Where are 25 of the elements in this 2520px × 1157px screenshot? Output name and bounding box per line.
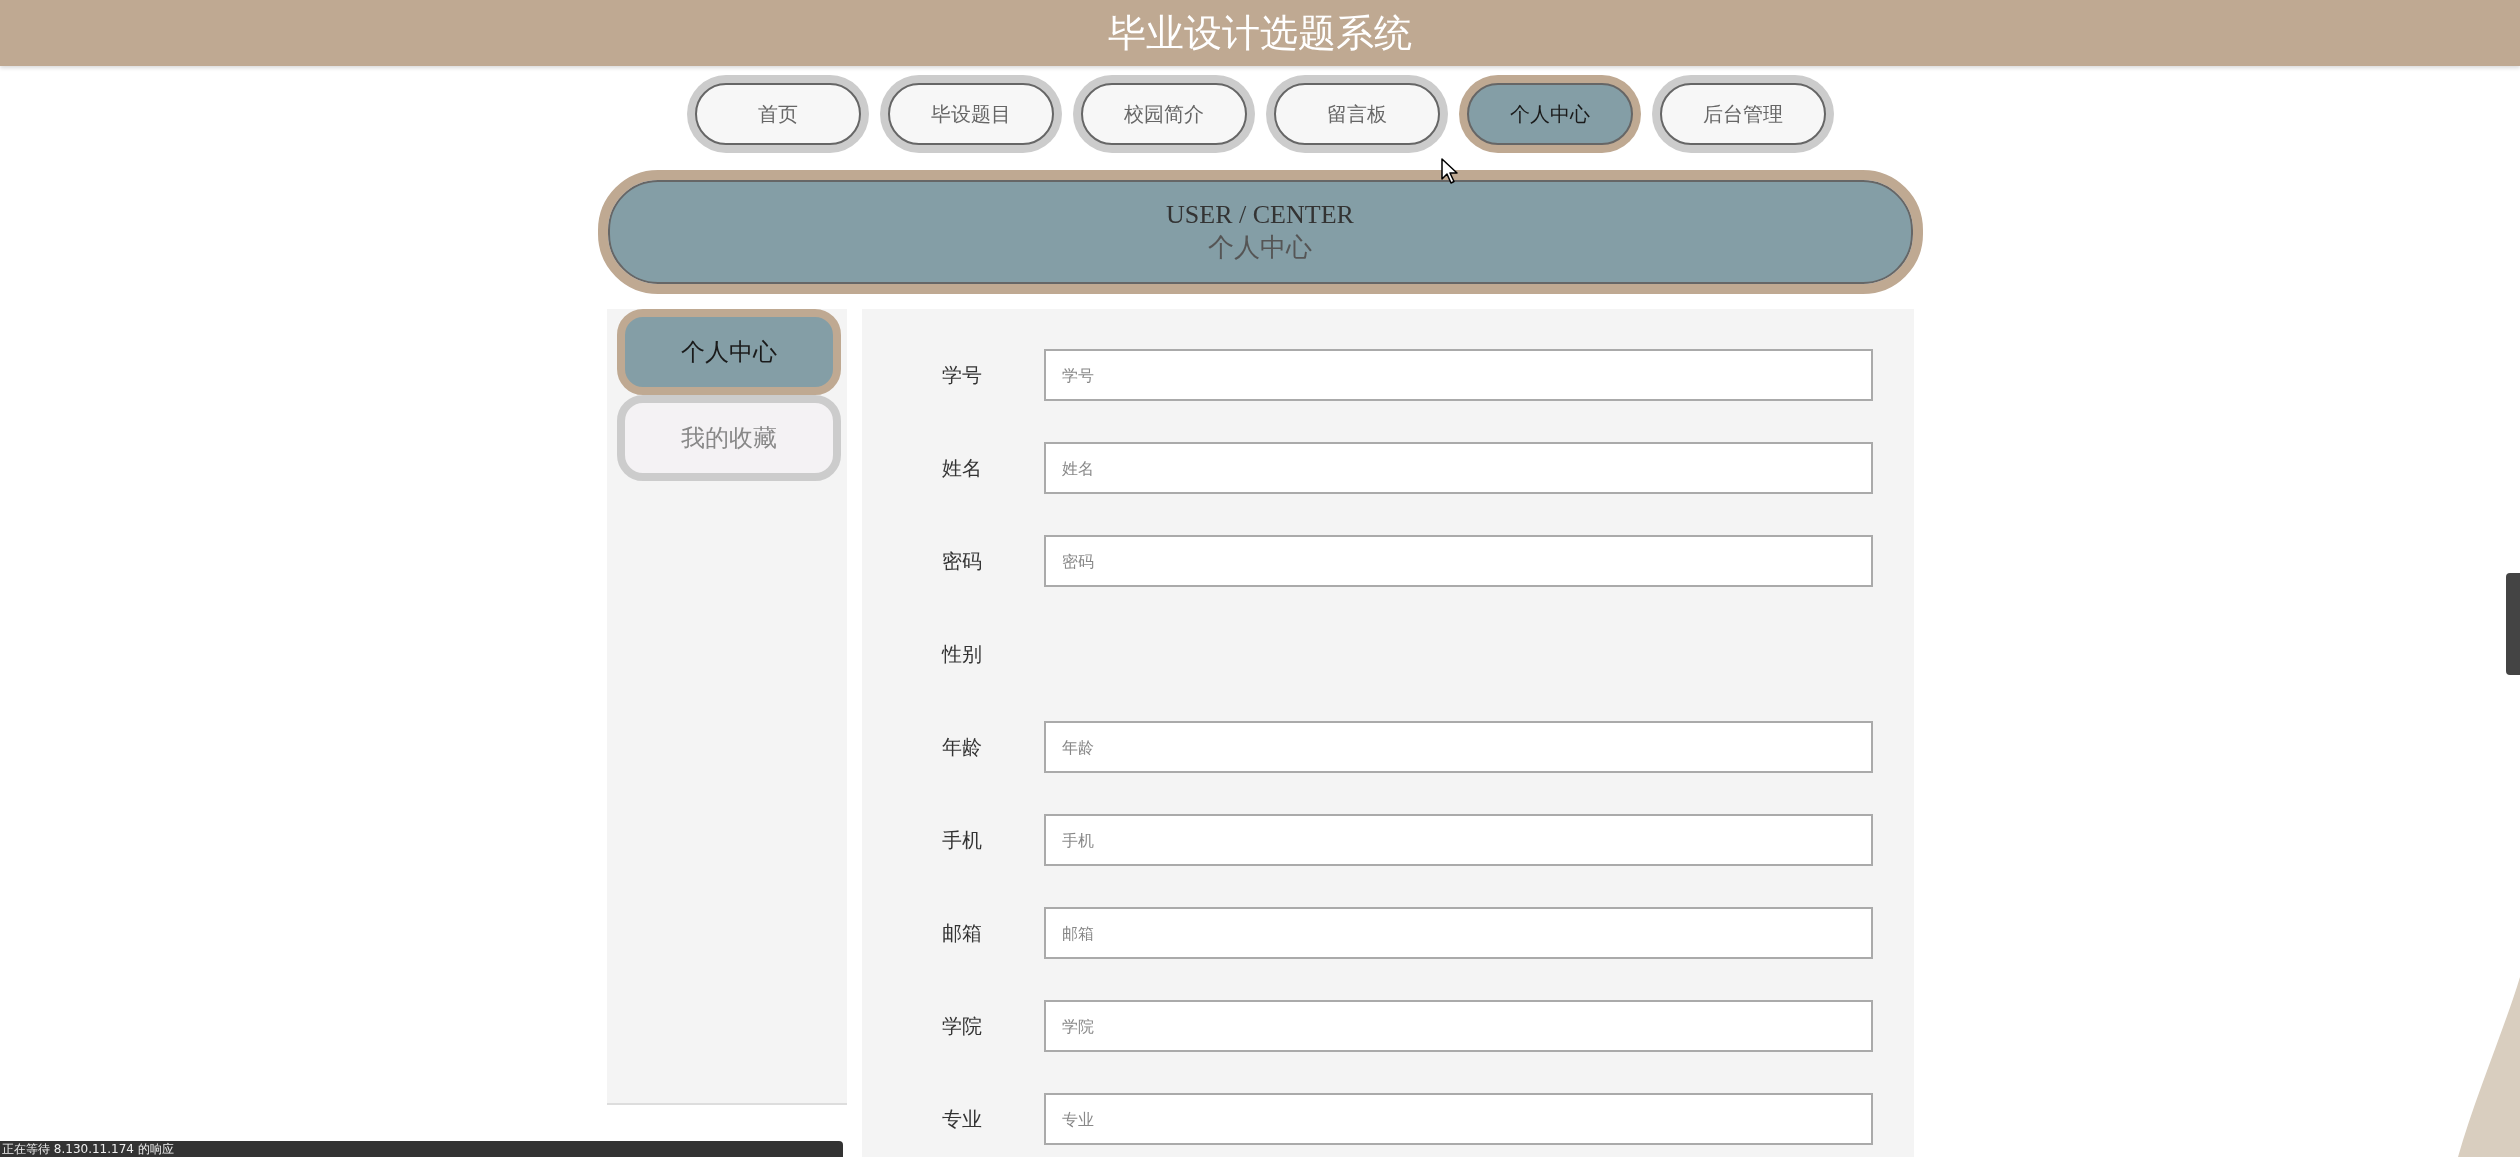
side-handle[interactable] [2506,573,2520,675]
field-label: 学院 [941,1012,983,1040]
cursor-icon [1441,158,1459,184]
field-label: 学号 [941,361,983,389]
banner-subtitle: 个人中心 [1208,231,1312,264]
input-field[interactable]: 学号 [1043,349,1873,401]
sidebar-item[interactable]: 个人中心 [616,309,841,395]
field-label: 姓名 [941,454,983,482]
site-title: 毕业设计选题系统 [1108,9,1412,57]
input-field[interactable]: 年龄 [1043,721,1873,773]
field-label: 邮箱 [941,919,983,947]
field-label: 专业 [941,1105,983,1133]
input-field[interactable]: 学院 [1043,1000,1873,1052]
banner-title: USER / CENTER [1166,199,1354,230]
status-text: 正在等待 8.130.11.174 的响应 [1,1142,174,1156]
sidebar-item[interactable]: 我的收藏 [616,395,841,481]
input-field[interactable]: 姓名 [1043,442,1873,494]
input-field[interactable]: 邮箱 [1043,907,1873,959]
input-field[interactable]: 密码 [1043,535,1873,587]
input-field[interactable]: 专业 [1043,1093,1873,1145]
field-label: 密码 [941,547,983,575]
field-label: 年龄 [941,733,983,761]
input-field[interactable]: 手机 [1043,814,1873,866]
field-label: 手机 [941,826,983,854]
field-label: 性别 [941,640,983,668]
